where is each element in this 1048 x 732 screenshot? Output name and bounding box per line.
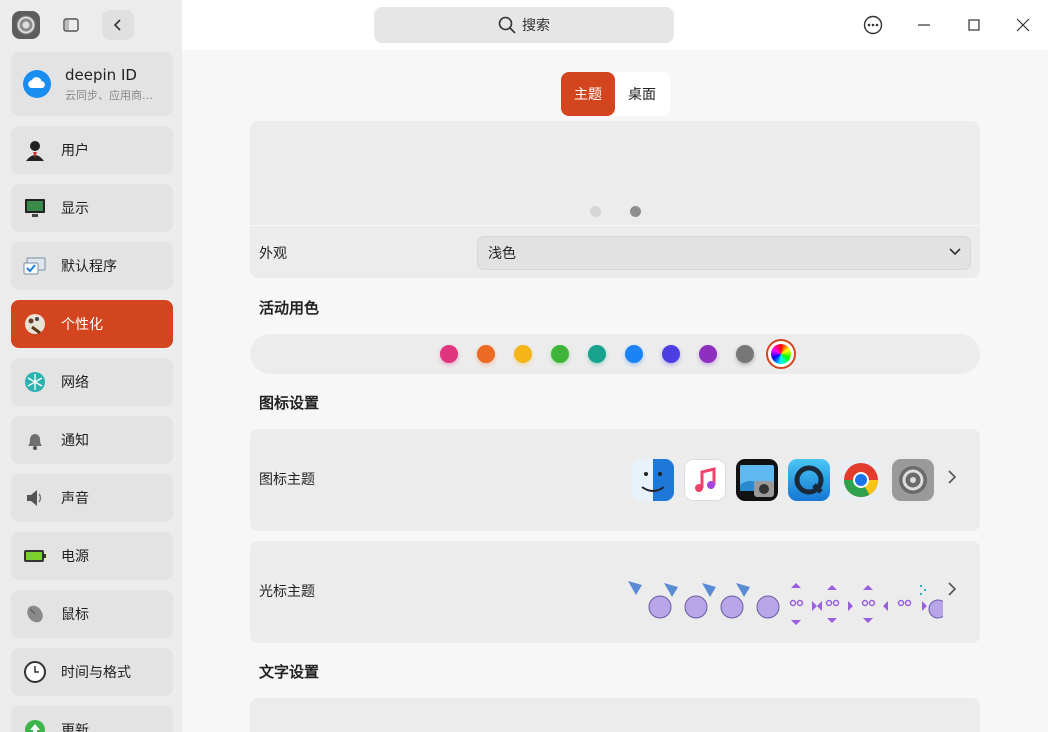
sidebar-item-mouse[interactable]: 鼠标 <box>11 590 173 638</box>
sidebar-item-label: 鼠标 <box>61 607 89 623</box>
sidebar-item-label: 默认程序 <box>61 259 117 275</box>
clock-icon <box>23 660 47 684</box>
back-button[interactable] <box>102 10 134 40</box>
sidebar-item-label: 用户 <box>61 143 89 159</box>
sidebar-toggle-icon[interactable] <box>56 11 86 39</box>
sidebar-item-label: 时间与格式 <box>61 665 131 681</box>
sidebar-item-power[interactable]: 电源 <box>11 532 173 580</box>
cursor-theme-row[interactable]: 光标主题 <box>250 541 980 643</box>
default-apps-icon <box>23 254 47 278</box>
sidebar-item-label: 通知 <box>61 433 89 449</box>
update-icon <box>23 718 47 732</box>
minimize-button[interactable] <box>909 10 939 40</box>
tab-bar: 主题 桌面 <box>561 72 670 116</box>
accent-color-blue[interactable] <box>625 345 643 363</box>
cursor-preview-strip <box>626 579 943 629</box>
theme-preview-carousel <box>250 121 980 225</box>
title-bar: 搜索 <box>182 0 1048 50</box>
finder-icon <box>632 459 674 501</box>
search-icon <box>498 16 516 34</box>
accent-color-green[interactable] <box>551 345 569 363</box>
accent-color-custom[interactable] <box>766 339 796 369</box>
sidebar-item-user[interactable]: 用户 <box>11 126 173 174</box>
accent-color-orange[interactable] <box>477 345 495 363</box>
sidebar-item-display[interactable]: 显示 <box>11 184 173 232</box>
network-icon <box>23 370 47 394</box>
tab-desktop[interactable]: 桌面 <box>615 72 669 116</box>
settings-icon <box>892 459 934 501</box>
font-settings-row[interactable] <box>250 698 980 732</box>
personalization-icon <box>23 312 47 336</box>
sidebar-item-personalization[interactable]: 个性化 <box>11 300 173 348</box>
close-button[interactable] <box>1008 10 1038 40</box>
accent-color-gray[interactable] <box>736 345 754 363</box>
sidebar-item-deepin-id[interactable]: deepin ID 云同步、应用商… <box>11 52 173 116</box>
accent-color-title: 活动用色 <box>259 299 320 317</box>
sidebar-item-label: 显示 <box>61 201 89 217</box>
tab-theme[interactable]: 主题 <box>561 72 615 116</box>
main-content: 主题 桌面 外观 浅色 活动用色 图标设置 图标主题 光标主题 文字设置 <box>182 50 1048 732</box>
accent-color-purple[interactable] <box>699 345 717 363</box>
color-wheel-icon <box>771 344 791 364</box>
accent-color-indigo[interactable] <box>662 345 680 363</box>
close-icon <box>1016 18 1030 32</box>
more-menu-button[interactable] <box>858 10 888 40</box>
sidebar-item-update[interactable]: 更新 <box>11 706 173 732</box>
appearance-select[interactable]: 浅色 <box>477 236 971 270</box>
accent-color-yellow[interactable] <box>514 345 532 363</box>
icon-theme-label: 图标主题 <box>259 472 315 488</box>
sidebar-item-network[interactable]: 网络 <box>11 358 173 406</box>
image-viewer-icon <box>736 459 778 501</box>
sidebar-item-default-apps[interactable]: 默认程序 <box>11 242 173 290</box>
icon-theme-row[interactable]: 图标主题 <box>250 429 980 531</box>
accent-color-picker <box>250 334 980 374</box>
accent-color-pink[interactable] <box>440 345 458 363</box>
more-icon <box>863 15 883 35</box>
appearance-value: 浅色 <box>488 246 516 262</box>
sidebar-item-label: 更新 <box>61 723 89 732</box>
icon-settings-title: 图标设置 <box>259 394 320 412</box>
maximize-icon <box>968 19 980 31</box>
music-icon <box>684 459 726 501</box>
chevron-right-icon <box>948 582 957 596</box>
deepin-id-title: deepin ID <box>65 65 137 84</box>
appearance-row: 外观 浅色 <box>250 226 980 278</box>
sidebar-item-label: 个性化 <box>61 317 103 333</box>
user-icon <box>23 138 47 162</box>
carousel-dot-active[interactable] <box>630 206 641 217</box>
chrome-icon <box>840 459 882 501</box>
chevron-down-icon <box>949 248 961 256</box>
chevron-right-icon <box>948 470 957 484</box>
minimize-icon <box>918 24 930 26</box>
accent-color-teal[interactable] <box>588 345 606 363</box>
search-input[interactable]: 搜索 <box>374 7 674 43</box>
sidebar-item-sound[interactable]: 声音 <box>11 474 173 522</box>
control-center-app-icon <box>12 11 40 39</box>
text-settings-title: 文字设置 <box>259 663 320 681</box>
bell-icon <box>23 428 47 452</box>
maximize-button[interactable] <box>959 10 989 40</box>
sidebar-item-label: 网络 <box>61 375 89 391</box>
speaker-icon <box>23 486 47 510</box>
sidebar-item-label: 电源 <box>61 549 89 565</box>
media-player-icon <box>788 459 830 501</box>
cloud-icon <box>23 70 51 98</box>
display-icon <box>23 196 47 220</box>
mouse-icon <box>23 602 47 626</box>
sidebar: deepin ID 云同步、应用商… 用户 显示 默认程序 个性化 网络 通知 … <box>0 0 182 732</box>
carousel-dot[interactable] <box>590 206 601 217</box>
sidebar-item-notification[interactable]: 通知 <box>11 416 173 464</box>
cursor-theme-label: 光标主题 <box>259 584 315 600</box>
search-placeholder: 搜索 <box>522 18 550 34</box>
appearance-label: 外观 <box>259 246 287 262</box>
battery-icon <box>23 544 47 568</box>
sidebar-item-label: 声音 <box>61 491 89 507</box>
deepin-id-subtitle: 云同步、应用商… <box>65 88 153 102</box>
sidebar-item-datetime[interactable]: 时间与格式 <box>11 648 173 696</box>
